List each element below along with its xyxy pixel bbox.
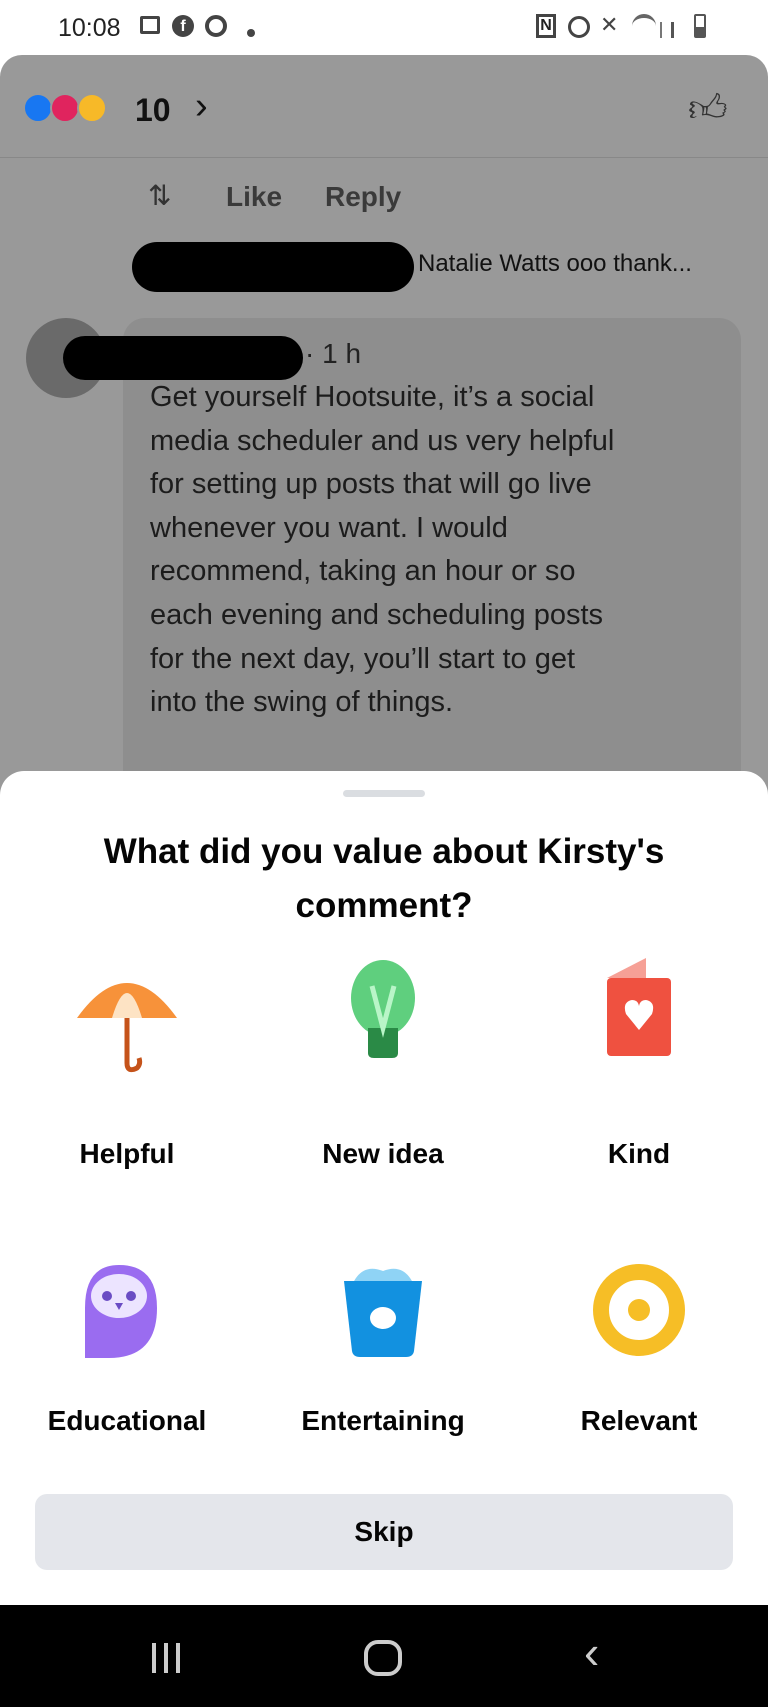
option-label: Kind	[607, 1138, 671, 1169]
owl-icon	[85, 1265, 157, 1358]
option-helpful[interactable]: Helpful	[17, 968, 237, 1188]
comment-line: each evening and scheduling posts	[150, 598, 604, 631]
signal-icon	[660, 22, 674, 38]
comment-text: Get yourself Hootsuite, it’s a social me…	[150, 376, 614, 725]
home-button[interactable]	[364, 1640, 402, 1676]
battery-icon	[694, 14, 706, 38]
feedback-sheet: What did you value about Kirsty's commen…	[0, 771, 768, 1605]
comment-line: recommend, taking an hour or so	[150, 555, 576, 588]
title-line: comment?	[295, 886, 473, 925]
option-entertaining[interactable]: Entertaining	[273, 1263, 493, 1483]
title-line: What did you value about Kirsty's	[103, 832, 665, 871]
option-relevant[interactable]: Relevant	[529, 1263, 749, 1483]
comment-line: for setting up posts that will go live	[150, 468, 592, 501]
option-label: Entertaining	[301, 1405, 465, 1436]
popcorn-bucket-icon	[344, 1268, 422, 1357]
card-heart-icon	[607, 958, 671, 1056]
option-label: New idea	[322, 1138, 444, 1169]
umbrella-icon	[77, 983, 177, 1073]
like-reaction-icon	[23, 93, 53, 123]
option-label: Helpful	[79, 1138, 175, 1169]
reply-preview[interactable]: Natalie Watts ooo thank...	[418, 250, 692, 278]
drag-handle[interactable]	[343, 790, 425, 797]
comment-line: whenever you want. I would	[150, 511, 508, 544]
like-button[interactable]: Like	[226, 181, 282, 213]
navigation-bar: ‹	[0, 1605, 768, 1707]
share-icon[interactable]: ⇅	[148, 179, 171, 212]
mute-icon: ✕	[600, 12, 619, 37]
thumbs-up-icon[interactable]: 👍︎	[688, 87, 728, 132]
option-kind[interactable]: Kind	[529, 958, 749, 1188]
recent-apps-button[interactable]	[152, 1643, 180, 1673]
back-button[interactable]: ‹	[584, 1625, 599, 1679]
comment-bubble: · 1 h Get yourself Hootsuite, it’s a soc…	[63, 318, 741, 818]
lightbulb-icon	[351, 960, 415, 1058]
option-label: Educational	[47, 1405, 207, 1436]
status-bar: 10:08 f N ✕	[0, 0, 768, 55]
comments-background: 10 › 👍︎ ⇅ Like Reply Natalie Watts ooo t…	[0, 55, 768, 818]
comment-time: · 1 h	[305, 338, 362, 369]
option-educational[interactable]: Educational	[17, 1263, 237, 1483]
skip-button[interactable]: Skip	[35, 1494, 733, 1570]
comment-line: Get yourself Hootsuite, it’s a social	[150, 381, 595, 413]
facebook-icon: f	[172, 15, 194, 37]
clock: 10:08	[58, 14, 121, 42]
dot-icon	[247, 29, 255, 37]
alarm-icon	[568, 16, 590, 38]
option-new-idea[interactable]: New idea	[273, 960, 493, 1188]
sheet-title: What did you value about Kirsty's commen…	[0, 825, 768, 933]
chrome-icon	[205, 15, 227, 37]
gallery-icon	[140, 16, 160, 34]
reply-button[interactable]: Reply	[325, 181, 401, 213]
reactions-header: 10 › 👍︎	[0, 55, 768, 158]
comment-line: for the next day, you’ll start to get	[150, 642, 576, 675]
option-label: Relevant	[580, 1405, 698, 1436]
redacted-name	[63, 336, 303, 380]
reaction-count[interactable]: 10	[135, 92, 171, 129]
redacted-name	[132, 242, 414, 292]
comment-line: media scheduler and us very helpful	[150, 424, 615, 457]
care-reaction-icon	[77, 93, 107, 123]
chevron-right-icon[interactable]: ›	[195, 85, 208, 128]
love-reaction-icon	[50, 93, 80, 123]
nfc-icon: N	[536, 14, 556, 38]
wifi-icon	[632, 14, 656, 38]
comment-line: into the swing of things.	[150, 686, 454, 719]
target-icon	[593, 1264, 685, 1356]
